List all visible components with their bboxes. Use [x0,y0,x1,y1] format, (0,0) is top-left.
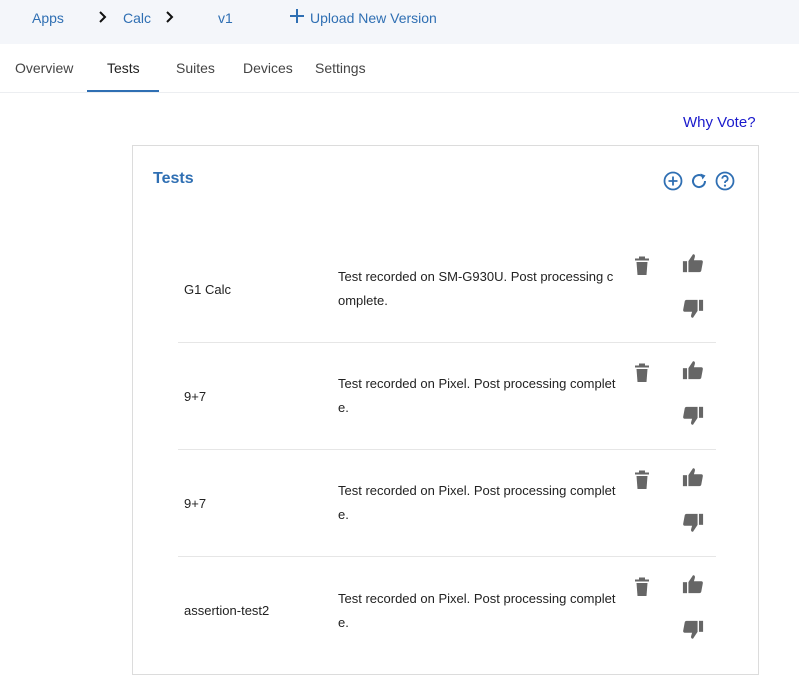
test-status: Test recorded on Pixel. Post processing … [338,590,616,630]
tab-devices[interactable]: Devices [243,60,293,76]
trash-icon[interactable] [634,363,650,383]
breadcrumb-apps-link[interactable]: Apps [32,10,64,26]
help-circle-icon[interactable] [715,171,735,191]
breadcrumb: Apps Calc v1 Upload New Version [0,0,799,44]
active-tab-indicator [87,90,159,92]
chevron-right-icon [163,9,177,25]
test-name[interactable]: assertion-test2 [184,557,269,664]
panel-actions [663,171,741,191]
upload-label: Upload New Version [310,9,437,26]
trash-icon[interactable] [634,577,650,597]
tab-bar: Overview Tests Suites Devices Settings [0,44,799,93]
thumbs-up-icon[interactable] [682,466,704,488]
tab-overview[interactable]: Overview [15,60,73,76]
upload-new-version-button[interactable]: Upload New Version [289,8,437,27]
test-status: Test recorded on Pixel. Post processing … [338,376,616,415]
tests-panel: Tests G1 Calc Test recorded on SM-G930U.… [132,145,759,675]
trash-icon[interactable] [634,470,650,490]
table-row: 9+7 Test recorded on Pixel. Post process… [178,450,716,557]
plus-icon [289,8,310,27]
tab-settings[interactable]: Settings [315,60,366,76]
thumbs-up-icon[interactable] [682,573,704,595]
thumbs-down-icon[interactable] [682,405,704,427]
chevron-right-icon [96,9,110,25]
breadcrumb-app-link[interactable]: Calc [123,10,151,26]
table-row: assertion-test2 Test recorded on Pixel. … [178,557,716,664]
thumbs-down-icon[interactable] [682,298,704,320]
breadcrumb-version-link[interactable]: v1 [218,10,233,26]
table-row: 9+7 Test recorded on Pixel. Post process… [178,343,716,450]
refresh-icon[interactable] [689,171,709,191]
thumbs-down-icon[interactable] [682,512,704,534]
thumbs-up-icon[interactable] [682,359,704,381]
thumbs-up-icon[interactable] [682,252,704,274]
tab-tests[interactable]: Tests [107,60,140,76]
trash-icon[interactable] [634,256,650,276]
panel-title: Tests [153,170,194,187]
add-circle-icon[interactable] [663,171,683,191]
why-vote-link[interactable]: Why Vote? [683,114,756,131]
tab-suites[interactable]: Suites [176,60,215,76]
test-status: Test recorded on SM-G930U. Post processi… [338,269,614,308]
test-name[interactable]: 9+7 [184,450,206,556]
table-row: G1 Calc Test recorded on SM-G930U. Post … [178,236,716,343]
test-status: Test recorded on Pixel. Post processing … [338,483,616,522]
test-name[interactable]: 9+7 [184,343,206,449]
thumbs-down-icon[interactable] [682,619,704,641]
test-name[interactable]: G1 Calc [184,236,231,342]
